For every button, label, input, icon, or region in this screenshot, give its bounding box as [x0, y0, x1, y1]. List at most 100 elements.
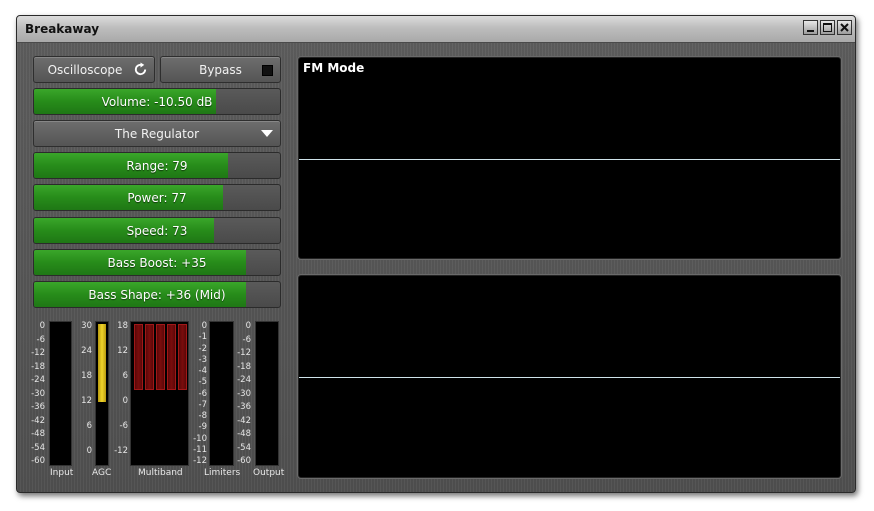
output-meter — [255, 321, 279, 466]
preset-label: The Regulator — [114, 126, 200, 141]
scale-tick-label: -10 — [193, 433, 207, 444]
scale-tick-label: 30 — [81, 321, 92, 331]
scale-tick-label: -6 — [198, 388, 207, 399]
scale-tick-label: -36 — [31, 402, 45, 412]
scale-tick-label: -60 — [31, 456, 45, 466]
scope-mode-title: FM Mode — [303, 61, 365, 75]
agc-level-bar — [98, 324, 106, 402]
scale-tick-label: -4 — [198, 366, 207, 376]
bypass-indicator-icon — [262, 65, 273, 76]
volume-slider[interactable]: Volume: -10.50 dB — [33, 88, 281, 115]
speed-slider[interactable]: Speed: 73 — [33, 217, 281, 244]
scope-trace — [299, 377, 840, 378]
scale-tick-label: -5 — [198, 377, 207, 388]
scale-tick-label: -42 — [31, 415, 45, 426]
maximize-button[interactable] — [820, 20, 835, 35]
window-title: Breakaway — [25, 22, 100, 36]
scale-tick-label: -48 — [237, 429, 251, 439]
scale-tick-label: -3 — [198, 354, 207, 365]
output-scale: 0 -6 -12 -18 -24 -30 -36 -42 -48 -54 -60 — [229, 321, 251, 466]
input-label: Input — [50, 468, 74, 478]
scale-tick-label: -36 — [237, 402, 251, 412]
multiband-meter — [130, 321, 189, 466]
scale-tick-label: -6 — [36, 334, 45, 345]
maximize-icon — [823, 23, 832, 32]
power-slider[interactable]: Power: 77 — [33, 184, 281, 211]
bass-boost-slider[interactable]: Bass Boost: +35 — [33, 249, 281, 276]
scale-tick-label: 6 — [122, 371, 128, 381]
oscilloscope-panel-top: FM Mode — [298, 57, 841, 259]
scale-tick-label: 18 — [81, 371, 92, 381]
scope-trace — [299, 159, 840, 160]
title-bar[interactable]: Breakaway — [17, 16, 855, 43]
range-label: Range: 79 — [126, 158, 188, 173]
bass-shape-label: Bass Shape: +36 (Mid) — [88, 287, 226, 302]
scale-tick-label: -24 — [31, 375, 45, 385]
chevron-down-icon — [261, 130, 273, 137]
scale-tick-label: 0 — [122, 396, 128, 406]
oscilloscope-label: Oscilloscope — [47, 62, 123, 77]
multiband-band-bar — [145, 324, 154, 390]
scale-tick-label: -48 — [31, 429, 45, 439]
app-window: Breakaway Oscilloscope Bypass Volume: -1… — [16, 15, 856, 493]
volume-label: Volume: -10.50 dB — [101, 94, 213, 109]
scale-tick-label: -6 — [119, 421, 128, 431]
multiband-band-bar — [167, 324, 176, 390]
bypass-label: Bypass — [199, 62, 242, 77]
scale-tick-label: -12 — [31, 348, 45, 358]
bypass-button[interactable]: Bypass — [160, 56, 281, 83]
scale-tick-label: -11 — [193, 444, 207, 455]
scale-tick-label: -24 — [237, 375, 251, 385]
preset-dropdown[interactable]: The Regulator — [33, 120, 281, 147]
limiters-scale: 0 -1 -2 -3 -4 -5 -6 -7 -8 -9 -10 -11 -12 — [187, 321, 207, 466]
input-meter — [49, 321, 72, 466]
minimize-button[interactable] — [803, 20, 818, 35]
multiband-band-bar — [178, 324, 187, 390]
scale-tick-label: 24 — [81, 346, 92, 356]
refresh-icon — [134, 62, 147, 76]
scale-tick-label: -60 — [237, 456, 251, 466]
output-label: Output — [253, 468, 285, 478]
scale-tick-label: 0 — [86, 446, 92, 456]
multiband-band-bar — [156, 324, 165, 390]
minimize-icon — [807, 29, 814, 32]
scale-tick-label: -12 — [114, 446, 128, 456]
scale-tick-label: -42 — [237, 415, 251, 426]
close-icon — [840, 23, 849, 32]
agc-scale: 30 24 18 12 6 0 — [75, 321, 92, 456]
bass-shape-slider[interactable]: Bass Shape: +36 (Mid) — [33, 281, 281, 308]
limiters-label: Limiters — [204, 468, 241, 478]
bass-boost-label: Bass Boost: +35 — [107, 255, 207, 270]
multiband-band-bar — [134, 324, 143, 390]
power-label: Power: 77 — [127, 190, 187, 205]
scale-tick-label: -30 — [31, 388, 45, 399]
scale-tick-label: -9 — [198, 422, 207, 433]
scale-tick-label: 18 — [117, 321, 128, 331]
multiband-label: Multiband — [138, 468, 183, 478]
oscilloscope-panel-bottom — [298, 275, 841, 478]
scale-tick-label: -12 — [193, 456, 207, 466]
scale-tick-label: -12 — [237, 348, 251, 358]
scale-tick-label: 12 — [81, 396, 92, 406]
scale-tick-label: 0 — [201, 321, 207, 331]
scale-tick-label: -8 — [198, 411, 207, 421]
scale-tick-label: -7 — [198, 399, 207, 410]
close-button[interactable] — [837, 20, 852, 35]
scale-tick-label: 12 — [117, 346, 128, 356]
agc-label: AGC — [92, 468, 112, 478]
scale-tick-label: -18 — [31, 361, 45, 372]
multiband-scale: 18 12 6 0 -6 -12 — [110, 321, 128, 456]
oscilloscope-button[interactable]: Oscilloscope — [33, 56, 155, 83]
scale-tick-label: 0 — [245, 321, 251, 331]
scale-tick-label: -6 — [242, 334, 251, 345]
scale-tick-label: 6 — [86, 421, 92, 431]
speed-label: Speed: 73 — [126, 223, 188, 238]
scale-tick-label: -18 — [237, 361, 251, 372]
scale-tick-label: -1 — [198, 332, 207, 343]
scale-tick-label: -54 — [31, 442, 45, 453]
range-slider[interactable]: Range: 79 — [33, 152, 281, 179]
input-scale: 0 -6 -12 -18 -24 -30 -36 -42 -48 -54 -60 — [21, 321, 45, 466]
scale-tick-label: -30 — [237, 388, 251, 399]
scale-tick-label: -54 — [237, 442, 251, 453]
agc-meter — [95, 321, 109, 466]
